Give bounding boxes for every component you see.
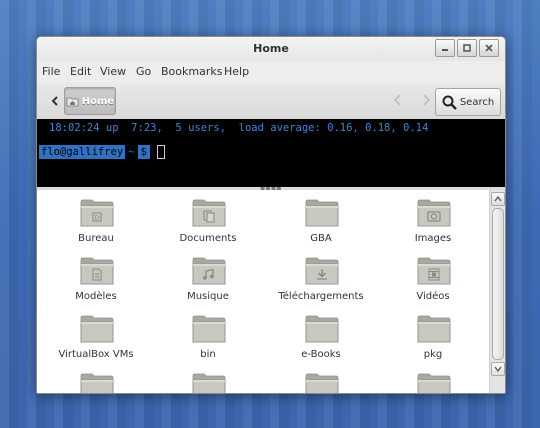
menu-view[interactable]: View xyxy=(100,65,126,78)
file-item[interactable]: Vidéos xyxy=(378,256,488,314)
search-icon xyxy=(442,95,457,110)
file-label: e-Books xyxy=(301,349,341,360)
file-label: Modèles xyxy=(75,291,117,302)
scroll-thumb[interactable] xyxy=(492,208,504,360)
file-item[interactable]: Modèles xyxy=(41,256,151,314)
file-label: bin xyxy=(200,349,216,360)
prompt-user: flo@gallifrey xyxy=(39,145,126,159)
menu-file[interactable]: File xyxy=(42,65,60,78)
templates-folder-icon xyxy=(80,257,114,285)
file-item[interactable]: D Bureau xyxy=(41,198,151,256)
folder-icon xyxy=(417,373,451,393)
chevron-left-icon[interactable] xyxy=(392,93,404,107)
file-manager-window: Home File Edit View Go Bookmarks Help Ho… xyxy=(36,36,506,394)
maximize-button[interactable] xyxy=(457,39,477,57)
terminal-cursor xyxy=(156,145,165,159)
search-label: Search xyxy=(459,96,495,108)
file-item[interactable]: Téléchargements xyxy=(266,256,376,314)
file-item[interactable]: Musique xyxy=(153,256,263,314)
file-grid: D Bureau Documents GBA Images Modèles Musique T… xyxy=(37,190,489,393)
documents-folder-icon xyxy=(192,199,226,227)
file-label: Documents xyxy=(179,233,237,244)
folder-icon xyxy=(305,315,339,343)
terminal-prompt: flo@gallifrey ~ $ xyxy=(39,145,165,159)
title-bar[interactable]: Home xyxy=(37,37,505,61)
close-icon xyxy=(485,44,493,52)
minimize-icon xyxy=(442,49,448,51)
file-item[interactable]: bin xyxy=(153,314,263,372)
file-item[interactable] xyxy=(153,372,263,393)
svg-text:D: D xyxy=(95,215,100,222)
file-label: Téléchargements xyxy=(278,291,364,302)
file-label: Bureau xyxy=(78,233,114,244)
menu-go[interactable]: Go xyxy=(136,65,151,78)
chevron-left-icon xyxy=(51,96,58,106)
file-item[interactable] xyxy=(41,372,151,393)
file-label: VirtualBox VMs xyxy=(58,349,134,360)
scroll-up-button[interactable] xyxy=(491,192,505,206)
back-button[interactable] xyxy=(44,89,66,113)
chevron-up-icon xyxy=(494,196,502,202)
menu-help[interactable]: Help xyxy=(224,65,249,78)
file-label: pkg xyxy=(423,349,443,360)
menu-bar: File Edit View Go Bookmarks Help xyxy=(37,61,505,83)
file-item[interactable]: pkg xyxy=(378,314,488,372)
folder-icon xyxy=(192,373,226,393)
file-label: Vidéos xyxy=(416,291,450,302)
menu-bookmarks[interactable]: Bookmarks xyxy=(161,65,222,78)
breadcrumb-label: Home xyxy=(81,95,115,107)
home-folder-icon xyxy=(66,97,79,106)
file-item[interactable]: Images xyxy=(378,198,488,256)
toolbar: Home Search xyxy=(37,83,505,120)
folder-icon xyxy=(417,315,451,343)
folder-icon xyxy=(192,315,226,343)
file-item[interactable] xyxy=(266,372,376,393)
file-label: GBA xyxy=(310,233,332,244)
chevron-down-icon xyxy=(494,366,502,372)
menu-edit[interactable]: Edit xyxy=(70,65,91,78)
prompt-directory: ~ xyxy=(128,146,135,158)
file-label: Musique xyxy=(187,291,229,302)
desktop-folder-icon: D xyxy=(80,199,114,227)
file-item[interactable]: VirtualBox VMs xyxy=(41,314,151,372)
folder-icon xyxy=(80,373,114,393)
folder-icon xyxy=(80,315,114,343)
file-item[interactable]: e-Books xyxy=(266,314,376,372)
maximize-icon xyxy=(463,44,471,52)
videos-folder-icon xyxy=(417,257,451,285)
embedded-terminal[interactable]: 18:02:24 up 7:23, 5 users, load average:… xyxy=(37,119,505,187)
close-button[interactable] xyxy=(479,39,499,57)
scroll-down-button[interactable] xyxy=(491,362,505,376)
search-button[interactable]: Search xyxy=(435,88,501,116)
folder-icon xyxy=(305,373,339,393)
folder-icon xyxy=(305,199,339,227)
vertical-scrollbar[interactable] xyxy=(489,190,505,393)
file-item[interactable] xyxy=(378,372,488,393)
file-item[interactable]: GBA xyxy=(266,198,376,256)
terminal-status-line: 18:02:24 up 7:23, 5 users, load average:… xyxy=(49,122,429,134)
file-label: Images xyxy=(414,233,452,244)
prompt-symbol: $ xyxy=(137,145,150,159)
breadcrumb-home[interactable]: Home xyxy=(64,87,116,115)
music-folder-icon xyxy=(192,257,226,285)
chevron-right-icon[interactable] xyxy=(420,93,432,107)
file-item[interactable]: Documents xyxy=(153,198,263,256)
minimize-button[interactable] xyxy=(435,39,455,57)
downloads-folder-icon xyxy=(305,257,339,285)
pictures-folder-icon xyxy=(417,199,451,227)
